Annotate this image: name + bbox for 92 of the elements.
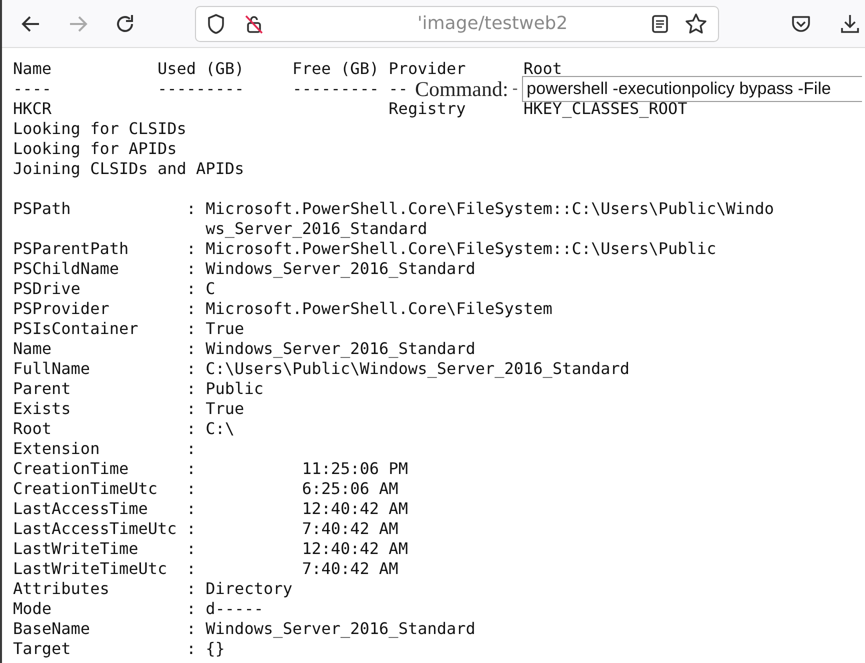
property-separator: :: [186, 379, 196, 399]
column-heading: Root: [524, 59, 562, 78]
property-name: LastAccessTime: [13, 499, 148, 518]
property-separator: :: [186, 359, 196, 379]
property-name: CreationTime: [13, 459, 129, 478]
reader-view-icon[interactable]: [650, 12, 670, 34]
property-value: 12:40:42 AM: [300, 499, 408, 519]
property-value: Windows_Server_2016_Standard: [206, 259, 476, 279]
drive-root: HKEY_CLASSES_ROOT: [524, 99, 688, 118]
property-value: Microsoft.PowerShell.Core\FileSystem: [206, 299, 552, 319]
property-separator: :: [186, 499, 196, 519]
column-heading: Free (GB): [292, 59, 380, 78]
property-separator: :: [186, 479, 196, 499]
property-name: Attributes: [13, 579, 110, 598]
property-value: 12:40:42 AM: [300, 539, 408, 559]
property-name: LastWriteTime: [13, 539, 138, 558]
command-label: Command:: [415, 79, 508, 99]
property-name: PSDrive: [13, 279, 80, 298]
property-value: C: [206, 279, 216, 299]
property-name: LastAccessTimeUtc: [13, 519, 177, 538]
column-rule: --: [388, 79, 408, 98]
property-value: Windows_Server_2016_Standard: [206, 339, 476, 359]
property-value: ws_Server_2016_Standard: [206, 219, 428, 239]
column-rule: ---------: [157, 79, 244, 98]
property-separator: :: [186, 599, 196, 619]
property-name: Name: [13, 339, 52, 358]
column-heading: Used (GB): [157, 59, 244, 78]
download-icon[interactable]: [839, 12, 861, 34]
property-name: Parent: [13, 379, 71, 398]
property-name: Mode: [13, 599, 52, 618]
property-value: d-----: [206, 599, 264, 619]
property-value: Microsoft.PowerShell.Core\FileSystem::C:\Users\Public\Windo: [206, 199, 774, 219]
property-name: Exists: [13, 399, 71, 418]
property-name: Extension: [13, 439, 100, 458]
property-separator: :: [186, 439, 196, 459]
property-separator: :: [186, 199, 196, 219]
reload-icon: [114, 12, 136, 34]
property-value: 7:40:42 AM: [300, 519, 398, 539]
property-name: CreationTimeUtc: [13, 479, 158, 498]
property-value: Windows_Server_2016_Standard: [206, 619, 476, 639]
log-line: Looking for CLSIDs: [13, 119, 186, 139]
property-separator: :: [186, 239, 196, 259]
column-heading: Name: [13, 59, 52, 78]
shield-icon: [206, 12, 226, 34]
property-name: BaseName: [13, 619, 90, 638]
property-name: PSPath: [13, 199, 71, 218]
property-value: C:\: [206, 419, 235, 439]
property-name: LastWriteTimeUtc: [13, 559, 168, 578]
command-dash: -: [512, 79, 518, 99]
property-name: PSParentPath: [13, 239, 129, 258]
property-value: Public: [206, 379, 264, 399]
property-value: 7:40:42 AM: [300, 559, 398, 579]
column-rule: ---------: [292, 79, 380, 98]
property-value: True: [206, 319, 244, 339]
property-value: 6:25:06 AM: [300, 479, 398, 499]
property-value: {}: [206, 639, 225, 659]
address-bar[interactable]: 'image/testweb2: [195, 6, 719, 42]
property-separator: :: [186, 559, 196, 579]
property-separator: :: [186, 299, 196, 319]
property-name: Root: [13, 419, 52, 438]
column-rule: ----: [13, 79, 52, 98]
property-value: C:\Users\Public\Windows_Server_2016_Standard: [206, 359, 630, 379]
drive-name: HKCR: [13, 99, 52, 118]
star-icon[interactable]: [684, 12, 708, 36]
property-separator: :: [186, 339, 196, 359]
column-heading: Provider: [388, 59, 466, 78]
property-separator: :: [186, 579, 196, 599]
property-separator: :: [186, 619, 196, 639]
property-name: FullName: [13, 359, 90, 378]
log-line: Joining CLSIDs and APIDs: [13, 159, 244, 179]
property-separator: :: [186, 279, 196, 299]
crossed-lock-icon: [243, 12, 265, 34]
property-separator: :: [186, 419, 196, 439]
property-separator: :: [186, 459, 196, 479]
property-value: True: [206, 399, 244, 419]
log-line: Looking for APIDs: [13, 139, 177, 159]
property-name: Target: [13, 639, 71, 658]
property-separator: :: [186, 259, 196, 279]
command-field[interactable]: powershell -executionpolicy bypass -File: [522, 76, 862, 102]
property-value: Directory: [206, 579, 292, 599]
property-separator: :: [186, 319, 196, 339]
property-separator: :: [186, 519, 196, 539]
property-name: PSChildName: [13, 259, 119, 278]
property-separator: :: [186, 399, 196, 419]
property-value: 11:25:06 PM: [300, 459, 408, 479]
property-separator: :: [186, 539, 196, 559]
drive-provider: Registry: [388, 99, 466, 118]
property-name: PSProvider: [13, 299, 110, 318]
url-text: 'image/testweb2: [416, 13, 569, 34]
property-name: PSIsContainer: [13, 319, 138, 338]
property-separator: :: [186, 639, 196, 659]
property-value: Microsoft.PowerShell.Core\FileSystem::C:\Users\Public: [206, 239, 716, 259]
